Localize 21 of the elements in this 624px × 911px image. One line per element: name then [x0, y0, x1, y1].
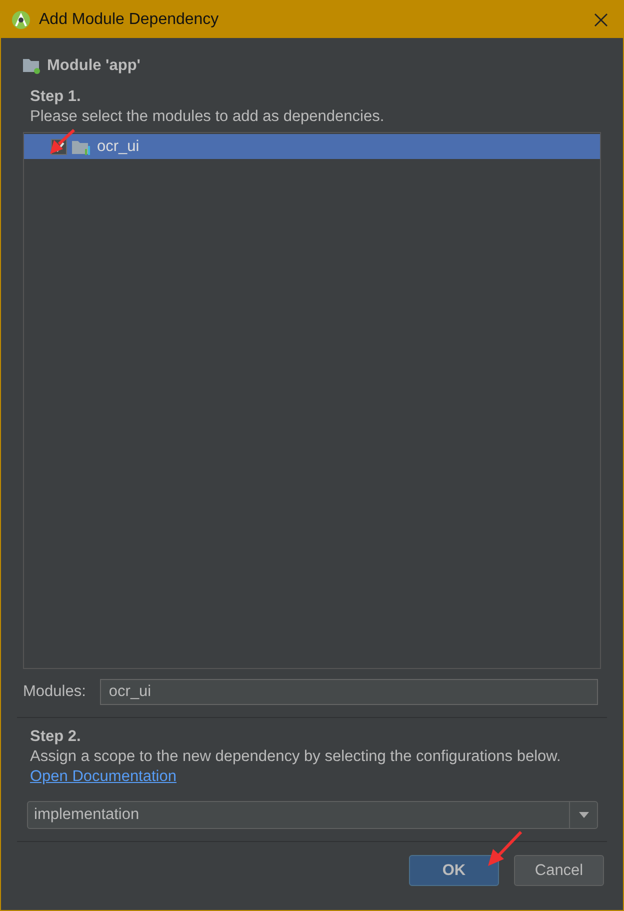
modules-field[interactable]: ocr_ui [100, 679, 598, 705]
step-instruction: Assign a scope to the new dependency by selecting the configurations below. [30, 747, 561, 767]
cancel-button[interactable]: Cancel [514, 855, 604, 886]
ok-button[interactable]: OK [409, 855, 499, 886]
module-list-item[interactable]: ocr_ui [24, 134, 600, 159]
documentation-link[interactable]: Open Documentation [30, 767, 176, 787]
module-label: Module 'app' [47, 57, 140, 75]
close-icon [594, 12, 608, 26]
window-title: Add Module Dependency [39, 10, 220, 28]
step-heading: Step 1. [30, 87, 81, 107]
step-instruction: Please select the modules to add as dependencies. [30, 107, 384, 127]
step-heading: Step 2. [30, 727, 81, 747]
annotation-arrow [49, 129, 75, 155]
scope-dropdown[interactable]: implementation [27, 801, 598, 829]
module-folder-icon [72, 138, 92, 154]
annotation-arrow [486, 831, 522, 867]
android-icon [11, 10, 31, 30]
modules-label: Modules: [23, 683, 86, 701]
module-folder-icon [23, 58, 41, 74]
module-name: ocr_ui [97, 138, 140, 156]
caret-icon [578, 812, 588, 818]
